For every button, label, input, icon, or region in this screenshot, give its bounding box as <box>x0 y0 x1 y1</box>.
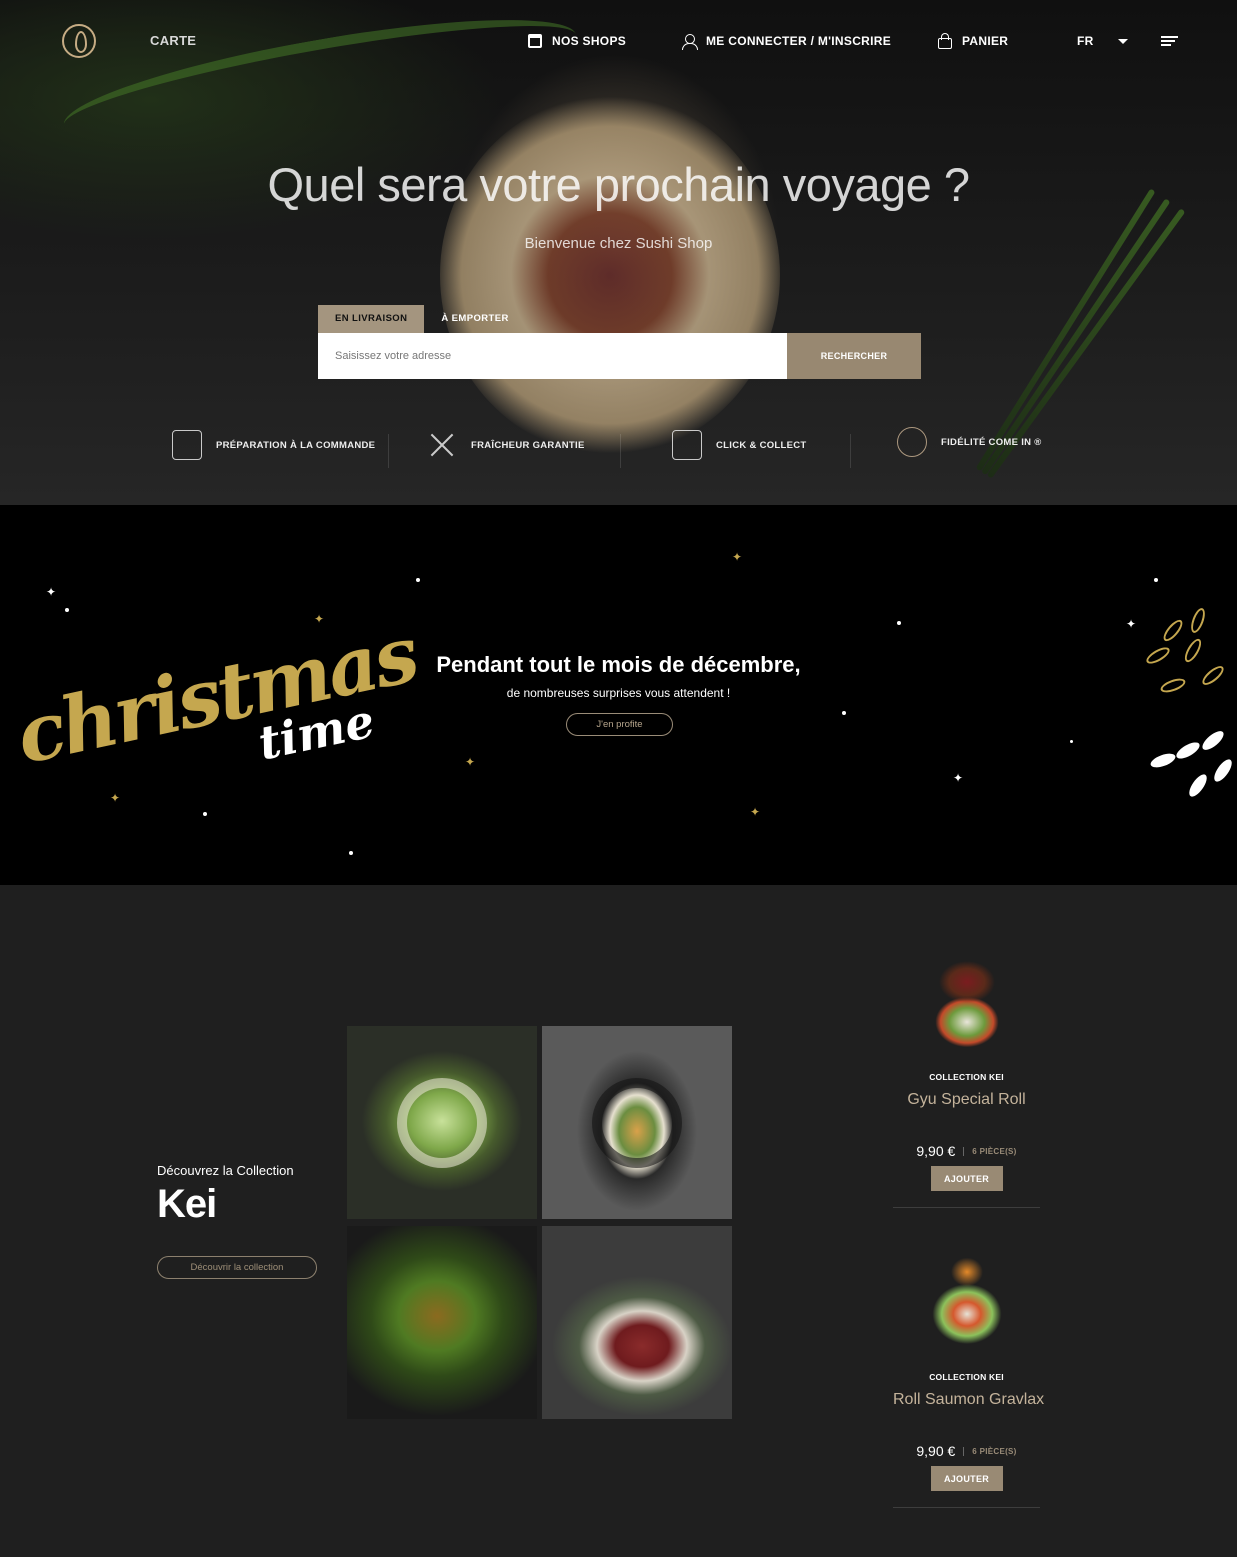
product-pieces: 6 PIÈCE(S) <box>963 1146 1016 1156</box>
product-image[interactable] <box>920 1242 1013 1352</box>
star-dot <box>203 812 207 816</box>
store-icon <box>528 34 542 48</box>
nav-cart-label: PANIER <box>962 34 1009 48</box>
feature-label: PRÉPARATION À LA COMMANDE <box>216 439 376 451</box>
add-to-cart-button[interactable]: AJOUTER <box>930 1166 1003 1191</box>
sparkle-icon: ✦ <box>46 585 57 599</box>
product-price-row: 9,90 € 6 PIÈCE(S) <box>893 1143 1040 1159</box>
shop-icon <box>672 430 702 460</box>
language-label: FR <box>1077 34 1094 48</box>
add-to-cart-button[interactable]: AJOUTER <box>930 1466 1003 1491</box>
feature-item: PRÉPARATION À LA COMMANDE <box>172 430 375 460</box>
christmas-banner: christmas time ✦ ✦ ✦ ✦ ✦ ✦ ✦ ✦ Pendant t… <box>0 505 1237 885</box>
delivery-mode-tabs: EN LIVRAISON À EMPORTER <box>318 305 526 333</box>
divider <box>850 434 851 468</box>
product-collection: COLLECTION KEI <box>929 1072 1004 1082</box>
collection-photo-cucumber-roll <box>347 1026 537 1219</box>
nav-cart-link[interactable]: PANIER <box>938 32 1009 49</box>
product-price: 9,90 € <box>916 1443 956 1459</box>
product-image[interactable] <box>920 942 1013 1052</box>
sparkle-icon: ✦ <box>732 550 743 564</box>
product-collection: COLLECTION KEI <box>929 1372 1004 1382</box>
collection-intro: Découvrez la Collection <box>157 1163 294 1178</box>
nav-login-label: ME CONNECTER / M'INSCRIRE <box>706 34 892 48</box>
sushi-shop-logo-icon[interactable] <box>62 24 96 58</box>
feature-label: CLICK & COLLECT <box>716 439 807 451</box>
feature-label: FIDÉLITÉ COME IN ® <box>941 436 1042 448</box>
feature-item: FRAÎCHEUR GARANTIE <box>427 430 585 460</box>
sparkle-icon: ✦ <box>314 612 325 626</box>
gold-branch-decoration <box>1140 605 1237 835</box>
language-selector[interactable]: FR <box>1077 34 1128 48</box>
sparkle-icon: ✦ <box>1126 617 1137 631</box>
top-navigation: CARTE NOS SHOPS ME CONNECTER / M'INSCRIR… <box>0 0 1237 82</box>
tab-takeaway[interactable]: À EMPORTER <box>424 305 525 333</box>
collection-section: Découvrez la Collection Kei Découvrir la… <box>0 885 1237 1557</box>
star-dot <box>1154 578 1158 582</box>
christmas-cta-button[interactable]: J'en profite <box>566 713 673 736</box>
star-dot <box>416 578 420 582</box>
sparkle-icon: ✦ <box>953 771 964 785</box>
sparkle-icon: ✦ <box>465 755 476 769</box>
product-pieces: 6 PIÈCE(S) <box>963 1446 1016 1456</box>
product-name[interactable]: Roll Saumon Gravlax <box>893 1391 1044 1409</box>
nav-carte-link[interactable]: CARTE <box>150 33 196 48</box>
product-card: COLLECTION KEI Roll Saumon Gravlax 9,90 … <box>893 1242 1044 1508</box>
feature-item: FIDÉLITÉ COME IN ® <box>897 427 1042 457</box>
star-dot <box>349 851 353 855</box>
divider <box>893 1207 1040 1208</box>
hero-subtitle: Bienvenue chez Sushi Shop <box>524 235 713 252</box>
star-dot <box>897 621 901 625</box>
divider <box>388 434 389 468</box>
user-icon <box>682 34 698 50</box>
product-name[interactable]: Gyu Special Roll <box>893 1091 1040 1109</box>
nav-shops-label: NOS SHOPS <box>552 34 627 48</box>
collection-photo-beef-roll <box>542 1226 732 1419</box>
menu-hamburger-icon[interactable] <box>1161 36 1178 48</box>
christmas-subline: de nombreuses surprises vous attendent ! <box>506 686 731 700</box>
feature-label: FRAÎCHEUR GARANTIE <box>471 439 585 451</box>
address-search: RECHERCHER <box>318 333 921 379</box>
christmas-headline: Pendant tout le mois de décembre, <box>436 652 801 677</box>
hero-section: CARTE NOS SHOPS ME CONNECTER / M'INSCRIR… <box>0 0 1237 505</box>
collection-title: Kei <box>157 1182 217 1226</box>
collection-photo-cucumber-salad <box>347 1226 537 1419</box>
sparkle-icon: ✦ <box>750 805 761 819</box>
star-dot <box>65 608 69 612</box>
hero-title: Quel sera votre prochain voyage ? <box>267 158 970 211</box>
product-price: 9,90 € <box>916 1143 956 1159</box>
chevron-down-icon <box>1117 38 1128 44</box>
chef-hat-icon <box>172 430 202 460</box>
sparkle-icon: ✦ <box>110 791 121 805</box>
nav-shops-link[interactable]: NOS SHOPS <box>528 34 626 48</box>
product-card: COLLECTION KEI Gyu Special Roll 9,90 € 6… <box>893 942 1040 1208</box>
feature-item: CLICK & COLLECT <box>672 430 807 460</box>
discover-collection-button[interactable]: Découvrir la collection <box>157 1256 317 1279</box>
hero-sushi-image <box>440 95 780 455</box>
address-input[interactable] <box>318 333 787 379</box>
star-dot <box>1070 740 1073 743</box>
nav-login-link[interactable]: ME CONNECTER / M'INSCRIRE <box>682 34 892 50</box>
product-price-row: 9,90 € 6 PIÈCE(S) <box>893 1443 1040 1459</box>
features-bar: PRÉPARATION À LA COMMANDE FRAÎCHEUR GARA… <box>0 427 1237 480</box>
collection-photo-maki <box>542 1026 732 1219</box>
divider <box>620 434 621 468</box>
tab-delivery[interactable]: EN LIVRAISON <box>318 305 425 333</box>
loyalty-logo-icon <box>897 427 927 457</box>
divider <box>893 1507 1040 1508</box>
shopping-bag-icon <box>938 32 952 49</box>
search-button[interactable]: RECHERCHER <box>787 333 921 379</box>
star-dot <box>842 711 846 715</box>
knives-icon <box>427 430 457 460</box>
